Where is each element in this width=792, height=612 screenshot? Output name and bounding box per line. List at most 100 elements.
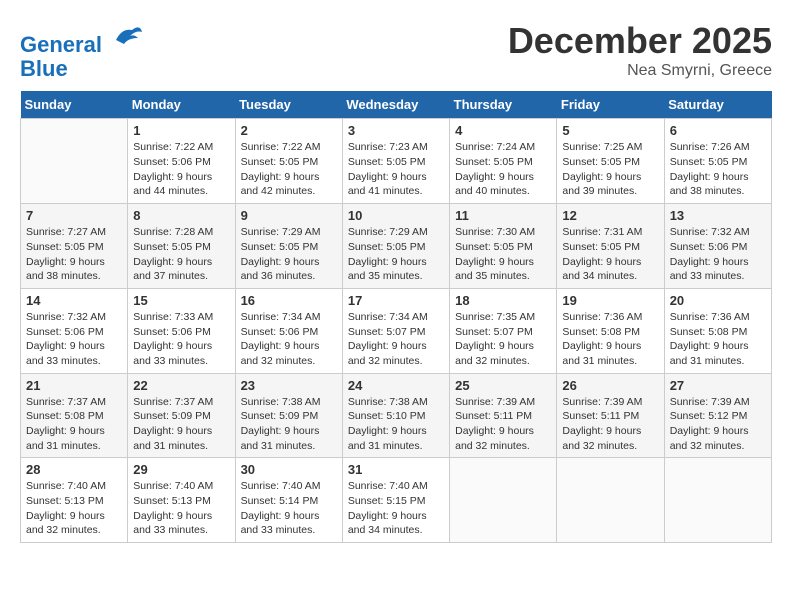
cell-info: Sunrise: 7:39 AM Sunset: 5:11 PM Dayligh… (562, 395, 658, 454)
cell-info: Sunrise: 7:34 AM Sunset: 5:07 PM Dayligh… (348, 310, 444, 369)
cell-info: Sunrise: 7:37 AM Sunset: 5:08 PM Dayligh… (26, 395, 122, 454)
calendar-cell: 8 Sunrise: 7:28 AM Sunset: 5:05 PM Daylig… (128, 204, 235, 289)
calendar-week-row: 14 Sunrise: 7:32 AM Sunset: 5:06 PM Dayli… (21, 288, 772, 373)
calendar-cell: 27 Sunrise: 7:39 AM Sunset: 5:12 PM Dayli… (664, 373, 771, 458)
cell-info: Sunrise: 7:30 AM Sunset: 5:05 PM Dayligh… (455, 225, 551, 284)
calendar-cell: 28 Sunrise: 7:40 AM Sunset: 5:13 PM Dayli… (21, 458, 128, 543)
day-number: 3 (348, 123, 444, 138)
day-number: 20 (670, 293, 766, 308)
calendar-cell: 3 Sunrise: 7:23 AM Sunset: 5:05 PM Daylig… (342, 119, 449, 204)
cell-info: Sunrise: 7:22 AM Sunset: 5:05 PM Dayligh… (241, 140, 337, 199)
cell-info: Sunrise: 7:35 AM Sunset: 5:07 PM Dayligh… (455, 310, 551, 369)
calendar-week-row: 28 Sunrise: 7:40 AM Sunset: 5:13 PM Dayli… (21, 458, 772, 543)
cell-info: Sunrise: 7:29 AM Sunset: 5:05 PM Dayligh… (348, 225, 444, 284)
day-number: 7 (26, 208, 122, 223)
calendar-cell: 31Sunrise: 7:40 AM Sunset: 5:15 PM Dayli… (342, 458, 449, 543)
day-number: 18 (455, 293, 551, 308)
page-header: General Blue December 2025 Nea Smyrni, G… (20, 20, 772, 81)
cell-info: Sunrise: 7:31 AM Sunset: 5:05 PM Dayligh… (562, 225, 658, 284)
weekday-header-wednesday: Wednesday (342, 91, 449, 119)
calendar-cell: 4 Sunrise: 7:24 AM Sunset: 5:05 PM Daylig… (450, 119, 557, 204)
day-number: 28 (26, 462, 122, 477)
day-number: 13 (670, 208, 766, 223)
day-number: 29 (133, 462, 229, 477)
calendar-cell (664, 458, 771, 543)
title-block: December 2025 Nea Smyrni, Greece (508, 20, 772, 80)
calendar-cell: 17 Sunrise: 7:34 AM Sunset: 5:07 PM Dayli… (342, 288, 449, 373)
cell-info: Sunrise: 7:40 AM Sunset: 5:13 PM Dayligh… (26, 479, 122, 538)
weekday-header-tuesday: Tuesday (235, 91, 342, 119)
cell-info: Sunrise: 7:32 AM Sunset: 5:06 PM Dayligh… (670, 225, 766, 284)
location: Nea Smyrni, Greece (508, 62, 772, 80)
calendar-cell: 13 Sunrise: 7:32 AM Sunset: 5:06 PM Dayli… (664, 204, 771, 289)
calendar-cell: 26 Sunrise: 7:39 AM Sunset: 5:11 PM Dayli… (557, 373, 664, 458)
cell-info: Sunrise: 7:40 AM Sunset: 5:13 PM Dayligh… (133, 479, 229, 538)
day-number: 5 (562, 123, 658, 138)
weekday-header-row: SundayMondayTuesdayWednesdayThursdayFrid… (21, 91, 772, 119)
cell-info: Sunrise: 7:39 AM Sunset: 5:11 PM Dayligh… (455, 395, 551, 454)
calendar-week-row: 21 Sunrise: 7:37 AM Sunset: 5:08 PM Dayli… (21, 373, 772, 458)
day-number: 1 (133, 123, 229, 138)
cell-info: Sunrise: 7:36 AM Sunset: 5:08 PM Dayligh… (670, 310, 766, 369)
calendar-cell: 24Sunrise: 7:38 AM Sunset: 5:10 PM Dayli… (342, 373, 449, 458)
cell-info: Sunrise: 7:28 AM Sunset: 5:05 PM Dayligh… (133, 225, 229, 284)
calendar-cell: 14 Sunrise: 7:32 AM Sunset: 5:06 PM Dayli… (21, 288, 128, 373)
day-number: 30 (241, 462, 337, 477)
calendar-cell: 23Sunrise: 7:38 AM Sunset: 5:09 PM Dayli… (235, 373, 342, 458)
calendar-cell: 1Sunrise: 7:22 AM Sunset: 5:06 PM Daylig… (128, 119, 235, 204)
weekday-header-sunday: Sunday (21, 91, 128, 119)
calendar-week-row: 1Sunrise: 7:22 AM Sunset: 5:06 PM Daylig… (21, 119, 772, 204)
calendar-cell: 21 Sunrise: 7:37 AM Sunset: 5:08 PM Dayli… (21, 373, 128, 458)
day-number: 8 (133, 208, 229, 223)
logo-general: General (20, 32, 102, 57)
cell-info: Sunrise: 7:36 AM Sunset: 5:08 PM Dayligh… (562, 310, 658, 369)
calendar-cell: 2 Sunrise: 7:22 AM Sunset: 5:05 PM Daylig… (235, 119, 342, 204)
month-title: December 2025 (508, 20, 772, 62)
day-number: 16 (241, 293, 337, 308)
logo-bird-icon (112, 20, 144, 52)
weekday-header-monday: Monday (128, 91, 235, 119)
cell-info: Sunrise: 7:26 AM Sunset: 5:05 PM Dayligh… (670, 140, 766, 199)
calendar-cell: 12 Sunrise: 7:31 AM Sunset: 5:05 PM Dayli… (557, 204, 664, 289)
day-number: 2 (241, 123, 337, 138)
day-number: 6 (670, 123, 766, 138)
day-number: 22 (133, 378, 229, 393)
calendar-cell (21, 119, 128, 204)
calendar-week-row: 7Sunrise: 7:27 AM Sunset: 5:05 PM Daylig… (21, 204, 772, 289)
day-number: 17 (348, 293, 444, 308)
day-number: 23 (241, 378, 337, 393)
calendar-cell: 30Sunrise: 7:40 AM Sunset: 5:14 PM Dayli… (235, 458, 342, 543)
cell-info: Sunrise: 7:29 AM Sunset: 5:05 PM Dayligh… (241, 225, 337, 284)
calendar-cell: 7Sunrise: 7:27 AM Sunset: 5:05 PM Daylig… (21, 204, 128, 289)
cell-info: Sunrise: 7:24 AM Sunset: 5:05 PM Dayligh… (455, 140, 551, 199)
calendar-cell: 9 Sunrise: 7:29 AM Sunset: 5:05 PM Daylig… (235, 204, 342, 289)
day-number: 21 (26, 378, 122, 393)
calendar-cell: 25Sunrise: 7:39 AM Sunset: 5:11 PM Dayli… (450, 373, 557, 458)
day-number: 9 (241, 208, 337, 223)
day-number: 27 (670, 378, 766, 393)
calendar-cell: 29 Sunrise: 7:40 AM Sunset: 5:13 PM Dayli… (128, 458, 235, 543)
calendar-cell: 10Sunrise: 7:29 AM Sunset: 5:05 PM Dayli… (342, 204, 449, 289)
cell-info: Sunrise: 7:23 AM Sunset: 5:05 PM Dayligh… (348, 140, 444, 199)
calendar-cell: 19Sunrise: 7:36 AM Sunset: 5:08 PM Dayli… (557, 288, 664, 373)
calendar-cell: 11 Sunrise: 7:30 AM Sunset: 5:05 PM Dayli… (450, 204, 557, 289)
day-number: 26 (562, 378, 658, 393)
calendar-cell (557, 458, 664, 543)
cell-info: Sunrise: 7:32 AM Sunset: 5:06 PM Dayligh… (26, 310, 122, 369)
day-number: 15 (133, 293, 229, 308)
weekday-header-friday: Friday (557, 91, 664, 119)
day-number: 4 (455, 123, 551, 138)
cell-info: Sunrise: 7:40 AM Sunset: 5:15 PM Dayligh… (348, 479, 444, 538)
logo-blue: Blue (20, 56, 68, 81)
day-number: 11 (455, 208, 551, 223)
day-number: 12 (562, 208, 658, 223)
calendar-table: SundayMondayTuesdayWednesdayThursdayFrid… (20, 91, 772, 543)
cell-info: Sunrise: 7:38 AM Sunset: 5:10 PM Dayligh… (348, 395, 444, 454)
cell-info: Sunrise: 7:39 AM Sunset: 5:12 PM Dayligh… (670, 395, 766, 454)
calendar-cell: 18 Sunrise: 7:35 AM Sunset: 5:07 PM Dayli… (450, 288, 557, 373)
calendar-cell: 15 Sunrise: 7:33 AM Sunset: 5:06 PM Dayli… (128, 288, 235, 373)
weekday-header-saturday: Saturday (664, 91, 771, 119)
cell-info: Sunrise: 7:33 AM Sunset: 5:06 PM Dayligh… (133, 310, 229, 369)
cell-info: Sunrise: 7:37 AM Sunset: 5:09 PM Dayligh… (133, 395, 229, 454)
day-number: 14 (26, 293, 122, 308)
